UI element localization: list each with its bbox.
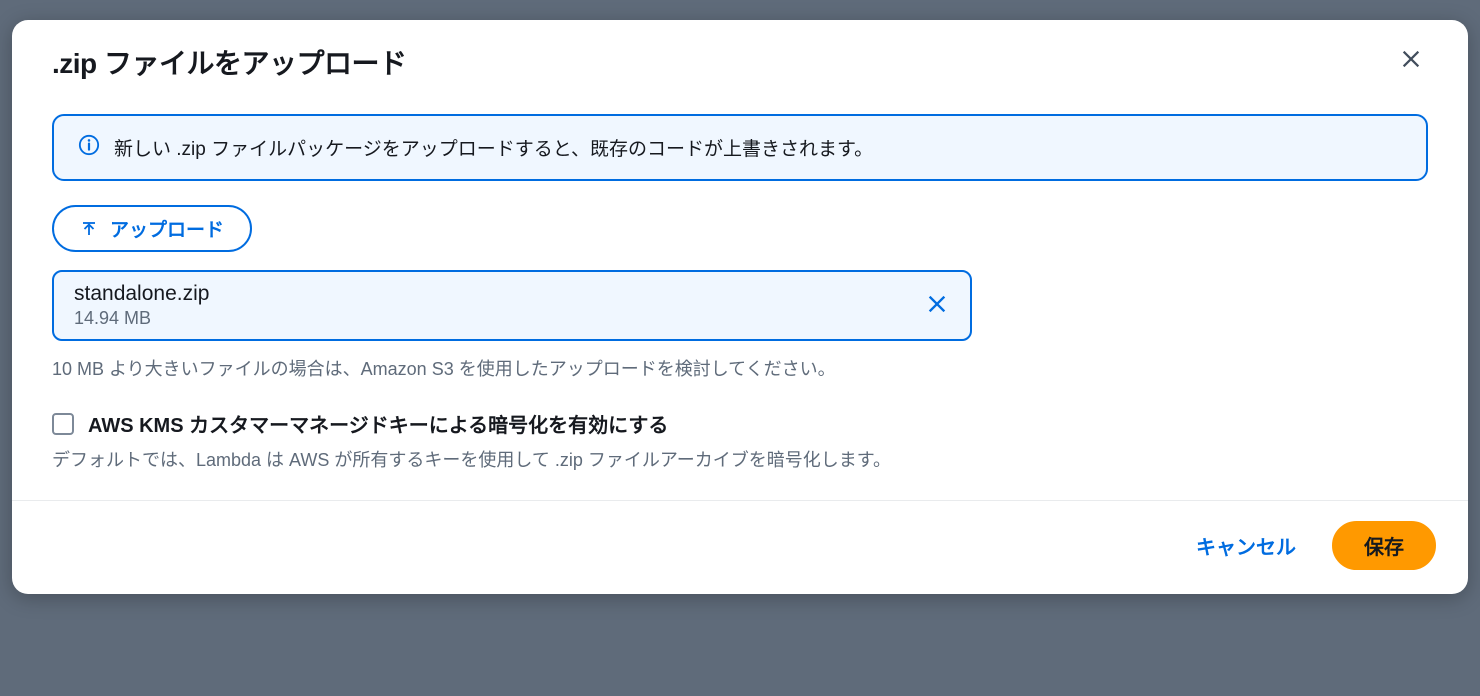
close-icon <box>926 293 948 315</box>
info-text: 新しい .zip ファイルパッケージをアップロードすると、既存のコードが上書きさ… <box>114 134 873 161</box>
info-alert: 新しい .zip ファイルパッケージをアップロードすると、既存のコードが上書きさ… <box>52 114 1428 181</box>
file-name: standalone.zip <box>74 282 209 306</box>
close-icon <box>1400 48 1422 70</box>
modal-body: 新しい .zip ファイルパッケージをアップロードすると、既存のコードが上書きさ… <box>12 82 1468 500</box>
upload-zip-modal: .zip ファイルをアップロード 新しい .zip ファイルパッケージをアップロ… <box>12 20 1468 594</box>
info-icon <box>78 134 100 161</box>
remove-file-button[interactable] <box>920 287 954 324</box>
cancel-button[interactable]: キャンセル <box>1182 523 1310 568</box>
modal-header: .zip ファイルをアップロード <box>12 20 1468 82</box>
modal-title: .zip ファイルをアップロード <box>52 42 406 82</box>
kms-label[interactable]: AWS KMS カスタマーマネージドキーによる暗号化を有効にする <box>88 409 668 438</box>
kms-checkbox[interactable] <box>52 413 74 435</box>
close-button[interactable] <box>1394 42 1428 76</box>
save-button[interactable]: 保存 <box>1332 521 1436 570</box>
upload-button-label: アップロード <box>110 215 224 242</box>
kms-row: AWS KMS カスタマーマネージドキーによる暗号化を有効にする <box>52 409 1428 438</box>
kms-help-text: デフォルトでは、Lambda は AWS が所有するキーを使用して .zip フ… <box>52 446 1428 472</box>
modal-footer: キャンセル 保存 <box>12 500 1468 594</box>
file-info: standalone.zip 14.94 MB <box>74 282 209 329</box>
selected-file: standalone.zip 14.94 MB <box>52 270 972 341</box>
upload-icon <box>80 220 98 238</box>
upload-button[interactable]: アップロード <box>52 205 252 252</box>
size-help-text: 10 MB より大きいファイルの場合は、Amazon S3 を使用したアップロー… <box>52 355 1428 381</box>
file-size: 14.94 MB <box>74 308 209 329</box>
